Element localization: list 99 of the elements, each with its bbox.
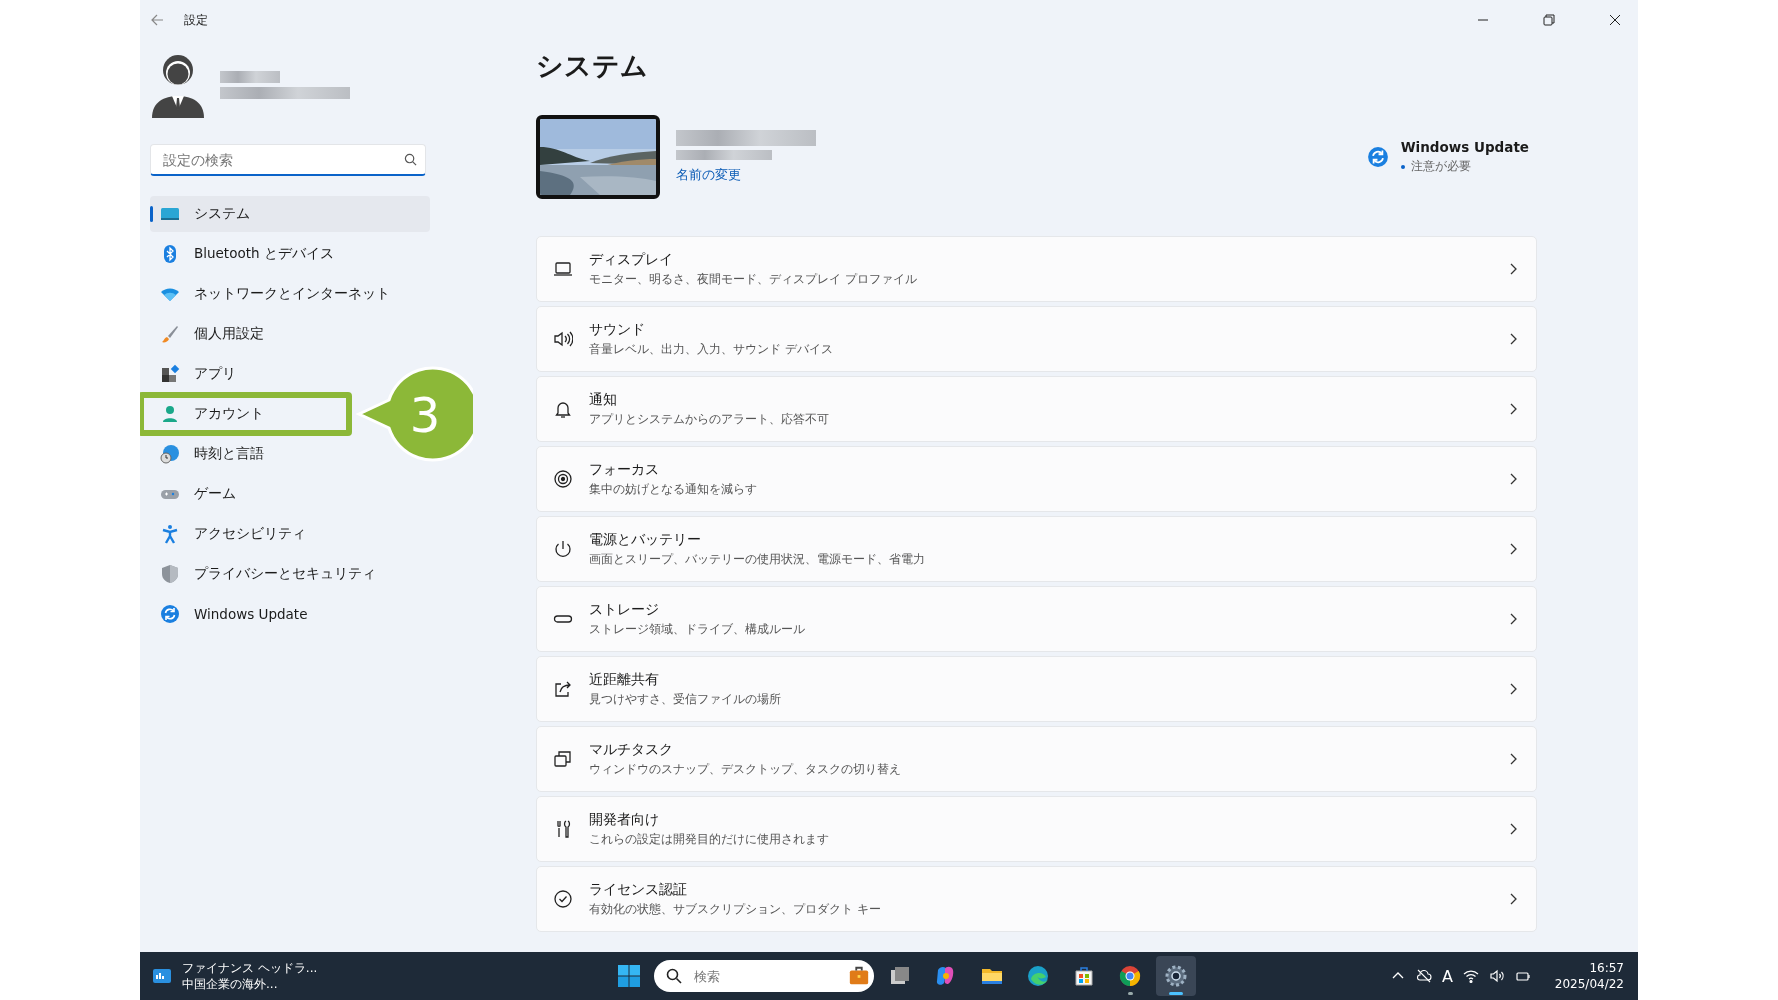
settings-row[interactable]: フォーカス 集中の妨げとなる通知を減らす [536, 446, 1537, 512]
chevron-icon [1508, 473, 1518, 485]
cloud-off-icon[interactable] [1415, 968, 1432, 984]
blurred-name [220, 71, 280, 83]
restore-icon[interactable] [1543, 14, 1555, 26]
rename-link[interactable]: 名前の変更 [676, 166, 816, 184]
chevron-icon [1508, 263, 1518, 275]
row-description: 見つけやすさ、受信ファイルの場所 [589, 690, 782, 708]
bell-icon [553, 399, 573, 419]
gear-icon[interactable] [1164, 964, 1188, 988]
checkmark-circle-icon [553, 889, 573, 909]
row-title: ライセンス認証 [589, 880, 688, 899]
chevron-icon [1508, 893, 1518, 905]
row-title: 電源とバッテリー [589, 530, 702, 549]
page-title: システム [536, 49, 649, 83]
sidebar-item[interactable]: 個人用設定 [150, 316, 264, 352]
row-title: 近距離共有 [589, 670, 660, 689]
shield-icon [160, 564, 180, 584]
power-icon [553, 539, 573, 559]
sidebar-item[interactable]: アカウント [140, 392, 352, 436]
search-icon [666, 968, 682, 984]
chevron-icon [1508, 753, 1518, 765]
settings-row[interactable]: 近距離共有 見つけやすさ、受信ファイルの場所 [536, 656, 1537, 722]
wifi-icon[interactable] [1462, 968, 1479, 984]
apps-icon [160, 364, 180, 384]
settings-row[interactable]: ディスプレイ モニター、明るさ、夜間モード、ディスプレイ プロファイル [536, 236, 1537, 302]
row-description: 有効化の状態、サブスクリプション、プロダクト キー [589, 900, 882, 918]
clock-time[interactable]: 16:57 [1554, 960, 1624, 976]
settings-row[interactable]: ストレージ ストレージ領域、ドライブ、構成ルール [536, 586, 1537, 652]
row-title: フォーカス [589, 460, 660, 479]
settings-row[interactable]: ライセンス認証 有効化の状態、サブスクリプション、プロダクト キー [536, 866, 1537, 932]
focus-icon [553, 469, 573, 489]
store-icon[interactable] [1072, 964, 1096, 988]
settings-row[interactable]: マルチタスク ウィンドウのスナップ、デスクトップ、タスクの切り替え [536, 726, 1537, 792]
search-field[interactable]: 設定の検索 [161, 150, 404, 169]
windows-logo-icon[interactable] [617, 964, 641, 988]
status-dot [1400, 164, 1405, 169]
windows-stack-icon [553, 749, 573, 769]
selection-indicator [150, 206, 153, 222]
row-description: 音量レベル、出力、入力、サウンド デバイス [589, 340, 834, 358]
sidebar-item[interactable]: ゲーム [150, 476, 236, 512]
chevron-icon [1508, 333, 1518, 345]
row-description: これらの設定は開発目的だけに使用されます [589, 830, 830, 848]
row-description: モニター、明るさ、夜間モード、ディスプレイ プロファイル [589, 270, 918, 288]
sidebar-item[interactable]: Bluetooth とデバイス [150, 236, 334, 272]
row-title: 開発者向け [589, 810, 660, 829]
row-title: ディスプレイ [589, 250, 674, 269]
sidebar-item[interactable]: アプリ [150, 356, 236, 392]
row-description: アプリとシステムからのアラート、応答不可 [589, 410, 830, 428]
settings-row[interactable]: 電源とバッテリー 画面とスリープ、バッテリーの使用状況、電源モード、省電力 [536, 516, 1537, 582]
laptop-icon [553, 259, 573, 279]
row-title: マルチタスク [589, 740, 674, 759]
chevron-icon [1508, 543, 1518, 555]
update-status: 注意が必要 [1410, 158, 1471, 175]
row-description: ウィンドウのスナップ、デスクトップ、タスクの切り替え [589, 760, 902, 778]
sidebar-item[interactable]: ネットワークとインターネット [150, 276, 390, 312]
speaker-icon[interactable] [1488, 968, 1505, 984]
clock-date[interactable]: 2025/04/22 [1554, 976, 1624, 992]
sidebar-item[interactable]: プライバシーとセキュリティ [150, 556, 376, 592]
accessibility-icon [160, 524, 180, 544]
row-title: サウンド [589, 320, 646, 339]
share-icon [553, 679, 573, 699]
circle-logo-icon[interactable] [1118, 964, 1142, 988]
back-icon[interactable] [150, 13, 164, 27]
briefcase-icon[interactable] [848, 965, 870, 987]
widget-detail[interactable]: 中国企業の海外... [182, 976, 318, 992]
chevron-icon [1508, 823, 1518, 835]
row-description: 画面とスリープ、バッテリーの使用状況、電源モード、省電力 [589, 550, 926, 568]
sidebar-item[interactable]: アクセシビリティ [150, 516, 306, 552]
chevron-icon [1508, 403, 1518, 415]
settings-row[interactable]: サウンド 音量レベル、出力、入力、サウンド デバイス [536, 306, 1537, 372]
globe-clock-icon [160, 444, 180, 464]
taskbar-search-field[interactable]: 検索 [692, 967, 838, 985]
taskbar-search-box[interactable]: 検索 [654, 960, 874, 992]
row-description: 集中の妨げとなる通知を減らす [589, 480, 758, 498]
sidebar-item[interactable]: システム [150, 196, 430, 232]
sidebar-item[interactable]: Windows Update [150, 596, 308, 632]
update-icon [1366, 146, 1389, 168]
person-icon [160, 404, 180, 424]
update-icon [160, 604, 180, 624]
widget-headline[interactable]: ファイナンス ヘッドラ... [182, 960, 318, 976]
row-description: ストレージ領域、ドライブ、構成ルール [589, 620, 806, 638]
sidebar-item[interactable]: 時刻と言語 [150, 436, 264, 472]
ime-indicator[interactable]: A [1441, 966, 1453, 986]
window-title: 設定 [184, 11, 208, 29]
row-title: ストレージ [589, 600, 660, 619]
chevron-icon [1508, 613, 1518, 625]
search-icon [404, 153, 417, 166]
settings-row[interactable]: 通知 アプリとシステムからのアラート、応答不可 [536, 376, 1537, 442]
row-title: 通知 [589, 390, 618, 409]
speaker-icon [553, 329, 573, 349]
brush-icon [160, 324, 180, 344]
browser-icon[interactable] [1026, 964, 1050, 988]
close-icon[interactable] [1609, 14, 1621, 26]
search-box[interactable]: 設定の検索 [150, 144, 426, 176]
chevron-icon [1508, 683, 1518, 695]
chart-widget-icon[interactable] [152, 966, 172, 986]
update-title[interactable]: Windows Update [1400, 139, 1529, 155]
settings-row[interactable]: 開発者向け これらの設定は開発目的だけに使用されます [536, 796, 1537, 862]
